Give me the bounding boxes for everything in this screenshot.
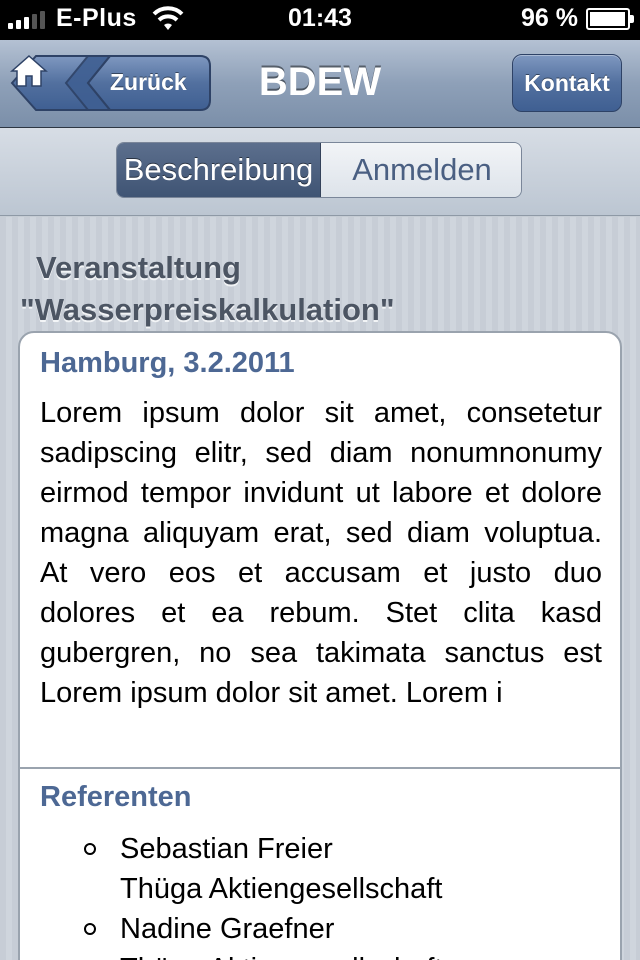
segmented-control: Beschreibung Anmelden (116, 142, 522, 198)
referent-company: Thüga Aktiengesellschaft (120, 949, 600, 960)
divider (20, 767, 620, 769)
status-bar: E-Plus 01:43 96 % (0, 0, 640, 40)
referent-name: Sebastian Freier (120, 833, 333, 865)
segment-toolbar: Beschreibung Anmelden (0, 128, 640, 216)
battery-icon (586, 7, 634, 30)
battery-percentage: 96 % (521, 4, 578, 32)
tab-anmelden[interactable]: Anmelden (321, 143, 521, 197)
tab-beschreibung[interactable]: Beschreibung (117, 143, 321, 197)
navigation-bar: Zurück BDEW Kontakt (0, 40, 640, 128)
referent-company: Thüga Aktiengesellschaft (120, 873, 443, 905)
event-heading-line-2: "Wasserpreiskalkulation" (20, 292, 395, 327)
event-heading: Veranstaltung "Wasserpreiskalkulation" (20, 247, 620, 331)
list-item: Nadine Graefner Thüga Aktiengesellschaft (40, 909, 600, 960)
event-date-location: Hamburg, 3.2.2011 (40, 347, 295, 379)
event-details-card: Hamburg, 3.2.2011 Lorem ipsum dolor sit … (18, 331, 622, 960)
referent-name: Nadine Graefner (120, 913, 335, 945)
bullet-icon (84, 843, 96, 855)
content-area[interactable]: Veranstaltung "Wasserpreiskalkulation" H… (0, 217, 640, 960)
list-item: Sebastian Freier Thüga Aktiengesellschaf… (40, 829, 600, 909)
event-description: Lorem ipsum dolor sit amet, consetetur s… (40, 397, 602, 709)
contact-button[interactable]: Kontakt (512, 54, 622, 112)
bullet-icon (84, 923, 96, 935)
event-heading-line-1: Veranstaltung (36, 250, 241, 285)
referents-list: Sebastian Freier Thüga Aktiengesellschaf… (40, 829, 600, 960)
referents-title: Referenten (40, 781, 192, 813)
